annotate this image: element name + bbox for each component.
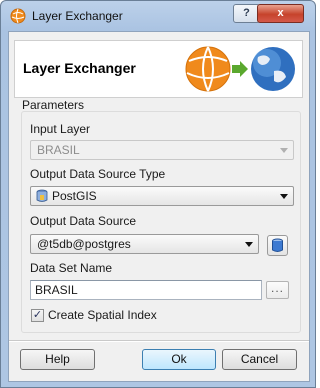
banner-title: Layer Exchanger (23, 60, 136, 76)
output-type-value: PostGIS (52, 189, 97, 203)
title-bar[interactable]: Layer Exchanger ? x (1, 1, 315, 31)
parameters-group-label: Parameters (22, 98, 85, 112)
header-banner: Layer Exchanger (14, 40, 303, 98)
ok-button[interactable]: Ok (142, 349, 216, 370)
output-source-label: Output Data Source (30, 214, 137, 228)
database-icon (272, 238, 283, 252)
output-source-value: @t5db@postgres (37, 237, 131, 251)
cancel-button[interactable]: Cancel (222, 349, 297, 370)
input-layer-select: BRASIL (30, 140, 294, 160)
postgis-icon (36, 189, 48, 202)
output-source-select[interactable]: @t5db@postgres (30, 234, 259, 254)
window-title: Layer Exchanger (32, 9, 123, 23)
chevron-down-icon (280, 148, 288, 153)
layer-exchange-icon (185, 46, 295, 92)
dataset-name-value: BRASIL (35, 283, 78, 297)
output-type-select[interactable]: PostGIS (30, 186, 294, 206)
close-button[interactable]: x (257, 4, 304, 23)
dialog-window: Layer Exchanger ? x Layer Exchanger Para… (0, 0, 316, 388)
help-button[interactable]: Help (20, 349, 95, 370)
chevron-down-icon (245, 242, 253, 247)
data-source-manager-button[interactable] (267, 235, 288, 256)
button-divider (9, 340, 309, 342)
app-icon (10, 8, 26, 24)
chevron-down-icon (280, 194, 288, 199)
input-layer-value: BRASIL (37, 143, 80, 157)
spatial-index-label: Create Spatial Index (48, 308, 157, 322)
help-title-button[interactable]: ? (233, 4, 260, 23)
input-layer-label: Input Layer (30, 122, 91, 136)
browse-button[interactable]: ... (266, 281, 289, 299)
dataset-name-input[interactable]: BRASIL (30, 280, 262, 300)
dataset-name-label: Data Set Name (30, 261, 113, 275)
dialog-body: Layer Exchanger Parameters Input Layer B… (8, 31, 310, 382)
spatial-index-checkbox[interactable]: ✓ (31, 309, 44, 322)
output-type-label: Output Data Source Type (30, 167, 166, 181)
